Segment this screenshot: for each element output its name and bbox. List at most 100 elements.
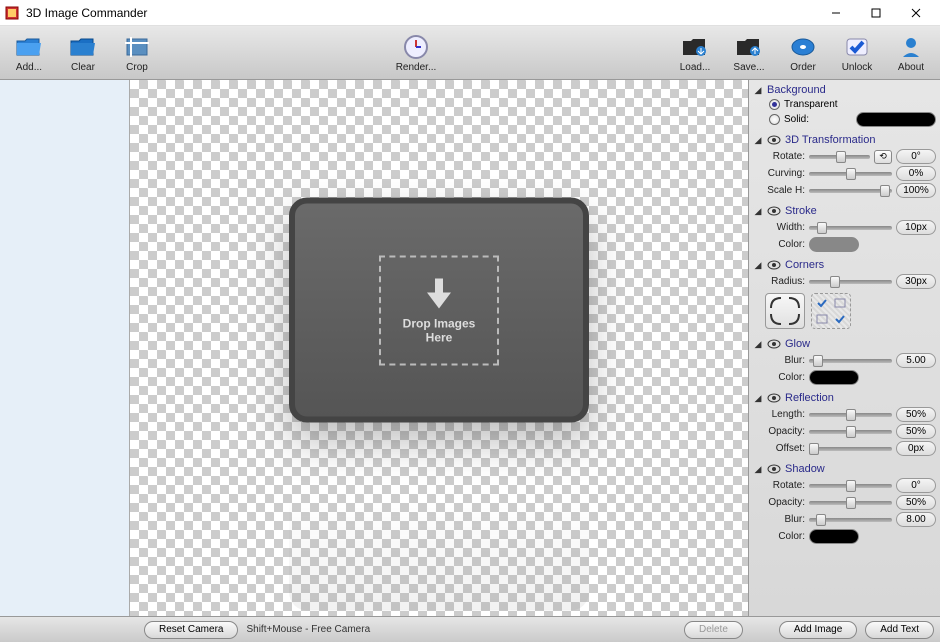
person-icon: [896, 33, 926, 61]
section-title-shadow: Shadow: [785, 463, 825, 475]
refl-length-value[interactable]: 50%: [896, 407, 936, 422]
collapse-icon[interactable]: ◢: [753, 260, 763, 271]
save-button[interactable]: Save...: [724, 29, 774, 77]
eye-icon[interactable]: [767, 393, 781, 403]
rotate-reset-icon[interactable]: ⟲: [874, 150, 892, 164]
corner-radius-slider[interactable]: [809, 276, 892, 288]
section-stroke: ◢Stroke Width:10px Color:: [753, 203, 936, 253]
shadow-blur-value[interactable]: 8.00: [896, 512, 936, 527]
order-button[interactable]: Order: [778, 29, 828, 77]
refl-length-slider[interactable]: [809, 409, 892, 421]
refl-offset-slider[interactable]: [809, 443, 892, 455]
scaleh-slider[interactable]: [809, 185, 892, 197]
folder-load-icon: [680, 33, 710, 61]
collapse-icon[interactable]: ◢: [753, 393, 763, 404]
section-glow: ◢Glow Blur:5.00 Color:: [753, 336, 936, 386]
crop-icon: [122, 33, 152, 61]
curving-slider[interactable]: [809, 168, 892, 180]
main-area: Drop Images Here ◢ Background Transparent…: [0, 80, 940, 616]
glow-blur-value[interactable]: 5.00: [896, 353, 936, 368]
eye-icon[interactable]: [767, 206, 781, 216]
section-title-corners: Corners: [785, 259, 824, 271]
collapse-icon[interactable]: ◢: [753, 85, 763, 96]
bottom-bar: Reset Camera Shift+Mouse - Free Camera D…: [0, 616, 940, 642]
collapse-icon[interactable]: ◢: [753, 135, 763, 146]
glow-color[interactable]: [809, 370, 859, 385]
corner-style-box[interactable]: [765, 293, 805, 329]
section-title-stroke: Stroke: [785, 205, 817, 217]
bg-transparent-radio[interactable]: Transparent: [753, 98, 936, 111]
canvas[interactable]: Drop Images Here: [130, 80, 748, 616]
refl-opacity-value[interactable]: 50%: [896, 424, 936, 439]
section-title-transform: 3D Transformation: [785, 134, 875, 146]
about-button[interactable]: About: [886, 29, 936, 77]
glow-blur-slider[interactable]: [809, 355, 892, 367]
down-arrow-icon: [425, 276, 453, 310]
section-corners: ◢Corners Radius:30px: [753, 257, 936, 332]
stroke-width-value[interactable]: 10px: [896, 220, 936, 235]
folder-save-icon: [734, 33, 764, 61]
section-title-glow: Glow: [785, 338, 810, 350]
collapse-icon[interactable]: ◢: [753, 206, 763, 217]
collapse-icon[interactable]: ◢: [753, 464, 763, 475]
crop-button[interactable]: Crop: [112, 29, 162, 77]
drop-text-1: Drop Images: [403, 316, 476, 330]
shadow-color[interactable]: [809, 529, 859, 544]
stroke-width-slider[interactable]: [809, 222, 892, 234]
check-icon: [842, 33, 872, 61]
shadow-rotate-slider[interactable]: [809, 480, 892, 492]
shadow-blur-slider[interactable]: [809, 514, 892, 526]
bg-solid-radio[interactable]: Solid:: [753, 111, 936, 128]
scaleh-value[interactable]: 100%: [896, 183, 936, 198]
folder-clear-icon: [68, 33, 98, 61]
eye-icon[interactable]: [767, 464, 781, 474]
stroke-color[interactable]: [809, 237, 859, 252]
folder-add-icon: [14, 33, 44, 61]
add-button[interactable]: Add...: [4, 29, 54, 77]
eye-icon[interactable]: [767, 260, 781, 270]
delete-button[interactable]: Delete: [684, 621, 743, 639]
window-title: 3D Image Commander: [26, 6, 816, 20]
disk-icon: [788, 33, 818, 61]
section-title-background: Background: [767, 84, 826, 96]
eye-icon[interactable]: [767, 135, 781, 145]
rotate-value[interactable]: 0°: [896, 149, 936, 164]
add-image-button[interactable]: Add Image: [779, 621, 857, 639]
titlebar: 3D Image Commander: [0, 0, 940, 26]
maximize-button[interactable]: [856, 0, 896, 26]
collapse-icon[interactable]: ◢: [753, 339, 763, 350]
preview-card[interactable]: Drop Images Here: [289, 198, 589, 423]
eye-icon[interactable]: [767, 339, 781, 349]
refl-offset-value[interactable]: 0px: [896, 441, 936, 456]
bg-solid-color[interactable]: [856, 112, 936, 127]
section-reflection: ◢Reflection Length:50% Opacity:50% Offse…: [753, 390, 936, 457]
clock-icon: [401, 33, 431, 61]
section-transform: ◢3D Transformation Rotate:⟲0° Curving:0%…: [753, 132, 936, 199]
shadow-opacity-value[interactable]: 50%: [896, 495, 936, 510]
section-background: ◢ Background Transparent Solid:: [753, 82, 936, 128]
corner-toggle-box[interactable]: [811, 293, 851, 329]
section-shadow: ◢Shadow Rotate:0° Opacity:50% Blur:8.00 …: [753, 461, 936, 545]
unlock-button[interactable]: Unlock: [832, 29, 882, 77]
toolbar: Add... Clear Crop Render... Load... Save…: [0, 26, 940, 80]
render-button[interactable]: Render...: [391, 29, 441, 77]
reset-camera-button[interactable]: Reset Camera: [144, 621, 238, 639]
corner-radius-value[interactable]: 30px: [896, 274, 936, 289]
image-list-sidebar[interactable]: [0, 80, 130, 616]
refl-opacity-slider[interactable]: [809, 426, 892, 438]
properties-panel: ◢ Background Transparent Solid: ◢ 3D Trans…: [748, 80, 940, 616]
drop-text-2: Here: [426, 330, 453, 344]
close-button[interactable]: [896, 0, 936, 26]
rotate-slider[interactable]: [809, 151, 870, 163]
app-icon: [4, 5, 20, 21]
camera-hint: Shift+Mouse - Free Camera: [246, 624, 370, 635]
minimize-button[interactable]: [816, 0, 856, 26]
drop-zone[interactable]: Drop Images Here: [379, 255, 499, 365]
add-text-button[interactable]: Add Text: [865, 621, 934, 639]
load-button[interactable]: Load...: [670, 29, 720, 77]
clear-button[interactable]: Clear: [58, 29, 108, 77]
section-title-reflection: Reflection: [785, 392, 834, 404]
curving-value[interactable]: 0%: [896, 166, 936, 181]
shadow-rotate-value[interactable]: 0°: [896, 478, 936, 493]
shadow-opacity-slider[interactable]: [809, 497, 892, 509]
